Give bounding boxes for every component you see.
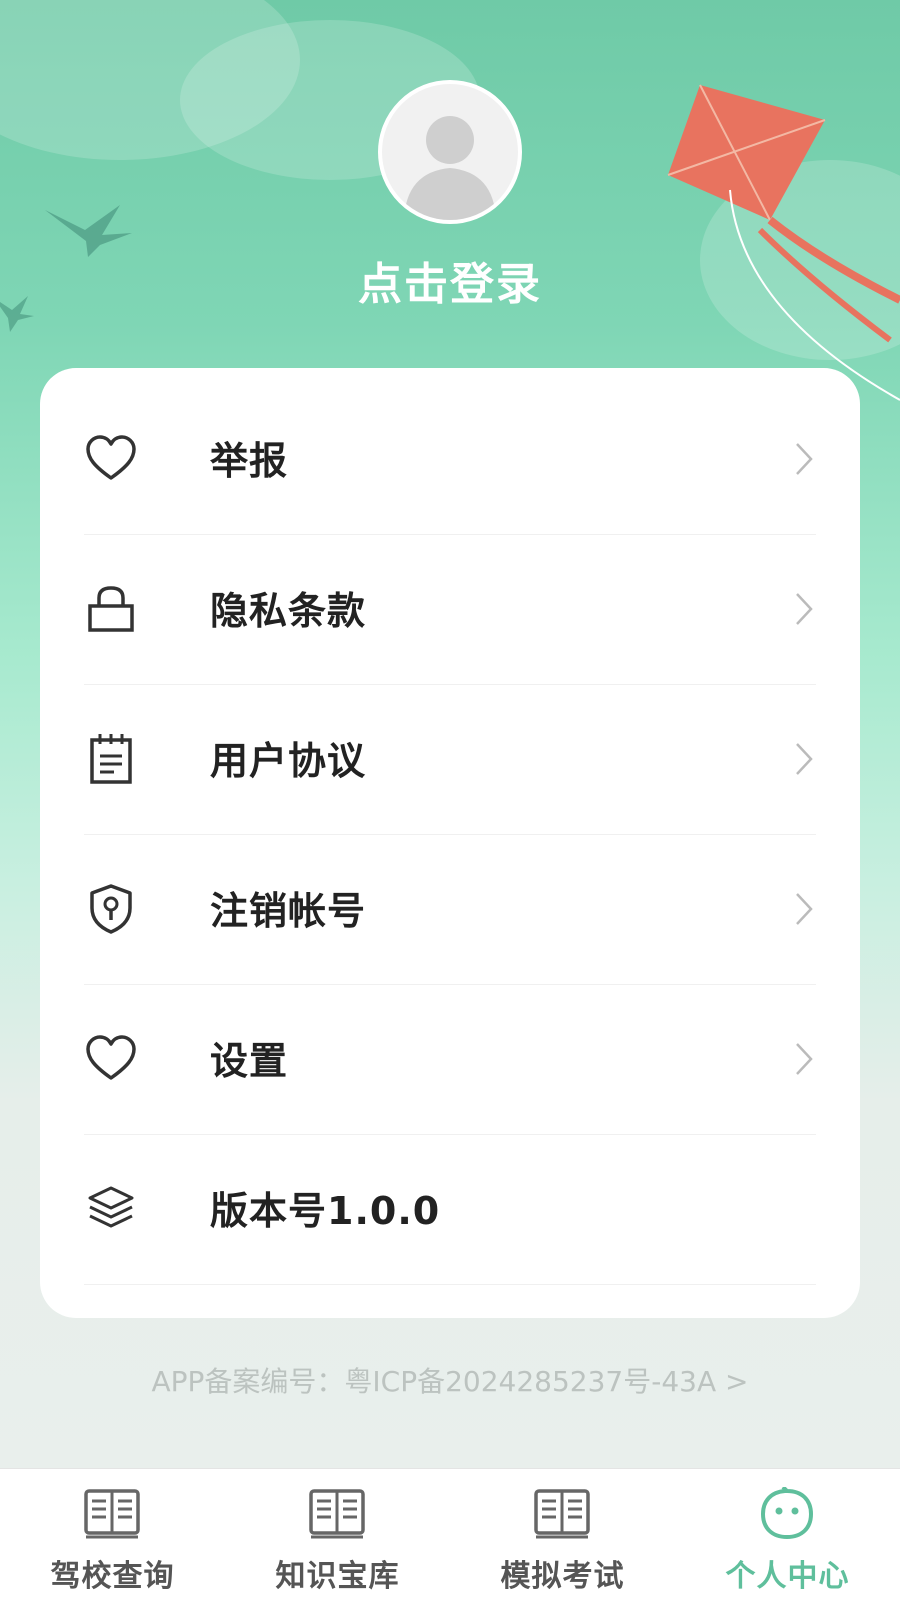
- tab-personal-center[interactable]: 个人中心: [675, 1469, 900, 1601]
- chevron-right-icon: [796, 593, 813, 625]
- menu-item-user-agreement[interactable]: 用户协议: [84, 684, 816, 835]
- menu-item-version: 版本号1.0.0: [84, 1134, 816, 1285]
- login-prompt[interactable]: 点击登录: [0, 248, 900, 312]
- lock-icon: [88, 586, 134, 632]
- tab-knowledge-base[interactable]: 知识宝库: [225, 1469, 450, 1601]
- chevron-right-icon: [796, 443, 813, 475]
- smiley-icon: [761, 1487, 813, 1539]
- default-user-icon: [404, 116, 496, 220]
- avatar[interactable]: [378, 80, 522, 224]
- notepad-icon: [90, 734, 132, 784]
- menu-item-label: 版本号1.0.0: [210, 1189, 441, 1233]
- shield-keyhole-icon: [90, 884, 132, 934]
- tab-label: 模拟考试: [500, 1559, 625, 1594]
- tab-label: 个人中心: [725, 1559, 850, 1594]
- bottom-tab-bar: 驾校查询 知识宝库 模拟考试 个人中心: [0, 1468, 900, 1601]
- menu-item-label: 隐私条款: [210, 589, 367, 633]
- menu-item-report[interactable]: 举报: [84, 384, 816, 535]
- menu-item-settings[interactable]: 设置: [84, 984, 816, 1135]
- menu-item-label: 用户协议: [210, 739, 367, 783]
- book-icon: [534, 1489, 590, 1539]
- book-icon: [309, 1489, 365, 1539]
- menu-item-label: 注销帐号: [210, 889, 367, 933]
- heart-icon: [86, 1035, 136, 1080]
- chevron-right-icon: [796, 743, 813, 775]
- chevron-right-icon: [796, 1043, 813, 1075]
- kite-icon: [667, 84, 900, 401]
- chevron-right-icon: [796, 893, 813, 925]
- tab-mock-exam[interactable]: 模拟考试: [450, 1469, 675, 1601]
- menu-item-privacy[interactable]: 隐私条款: [84, 534, 816, 685]
- menu-item-delete-account[interactable]: 注销帐号: [84, 834, 816, 985]
- menu-item-label: 设置: [210, 1039, 289, 1083]
- heart-icon: [86, 435, 136, 480]
- tab-label: 知识宝库: [275, 1559, 400, 1594]
- icp-record-link[interactable]: APP备案编号：粤ICP备2024285237号-43A >: [0, 1360, 900, 1400]
- tab-driving-school-search[interactable]: 驾校查询: [0, 1469, 225, 1601]
- layers-icon: [88, 1186, 134, 1228]
- tab-label: 驾校查询: [50, 1559, 175, 1594]
- menu-card: 举报 隐私条款 用户协议 注销帐号 设置 版本号1.0.0: [40, 368, 860, 1318]
- menu-item-label: 举报: [210, 439, 289, 483]
- book-icon: [84, 1489, 140, 1539]
